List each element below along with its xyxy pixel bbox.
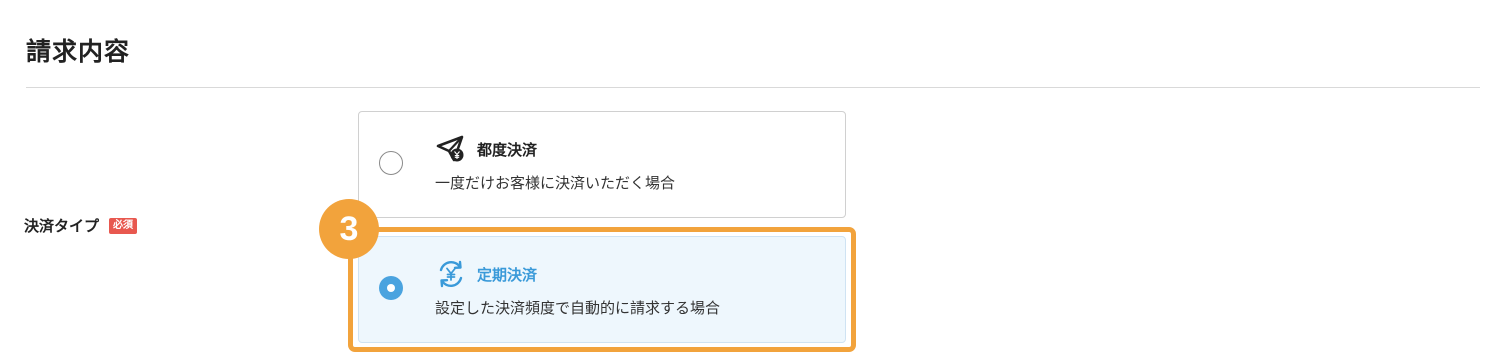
radio-recurring[interactable] bbox=[379, 276, 403, 300]
payment-type-label: 決済タイプ 必須 bbox=[24, 215, 138, 236]
payment-option-recurring[interactable]: 定期決済 設定した決済頻度で自動的に請求する場合 bbox=[358, 236, 846, 343]
option-one-time-title: 都度決済 bbox=[477, 140, 538, 159]
payment-option-one-time[interactable]: 都度決済 一度だけお客様に決済いただく場合 bbox=[358, 111, 846, 218]
section-divider bbox=[26, 87, 1480, 88]
payment-type-label-text: 決済タイプ bbox=[24, 217, 100, 235]
section-title: 請求内容 bbox=[26, 37, 131, 66]
payment-settings-page: 請求内容 決済タイプ 必須 都度決済 一度だけお客様に決済いただく場合 定期決済… bbox=[0, 0, 1500, 360]
option-one-time-header: 都度決済 bbox=[435, 134, 537, 164]
required-badge: 必須 bbox=[109, 217, 138, 234]
radio-one-time[interactable] bbox=[379, 151, 403, 175]
option-recurring-description: 設定した決済頻度で自動的に請求する場合 bbox=[435, 299, 721, 317]
option-recurring-title: 定期決済 bbox=[477, 265, 538, 284]
option-recurring-header: 定期決済 bbox=[435, 259, 537, 289]
send-yen-icon bbox=[436, 135, 464, 162]
option-one-time-description: 一度だけお客様に決済いただく場合 bbox=[435, 174, 676, 192]
step-number-badge: 3 bbox=[319, 199, 379, 259]
recurring-yen-icon bbox=[439, 260, 463, 288]
